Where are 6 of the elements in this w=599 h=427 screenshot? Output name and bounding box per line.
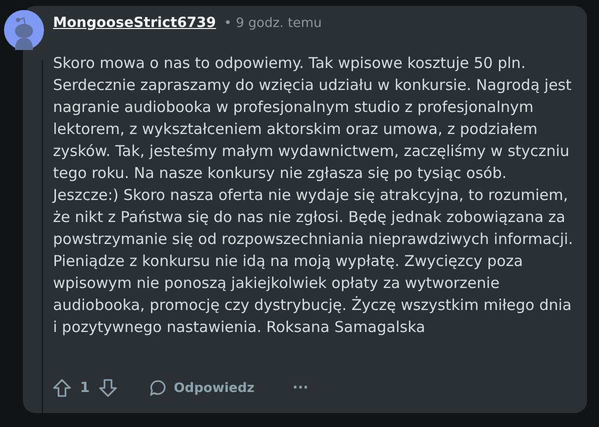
more-options-button[interactable]: ··· [292, 380, 308, 396]
username-link[interactable]: MongooseStrict6739 [53, 15, 216, 31]
comment-text: Skoro mowa o nas to odpowiemy. Tak wpisowe kosztuje 50 pln. Serdecznie zapraszamy do wzięcia udziału w konkursie. Nagrodą jest nagranie audiobooka w profesjonalnym studio z profesjonalnym lektorem, z wykształceniem aktorskim oraz umowa, z podziałem zysków. Tak, jesteśmy małym wydawnictwem, zaczęliśmy w styczniu tego roku. Na nasze konkursy nie zgłasza się po tysiąc osób. Jeszcze:) Skoro nasza oferta nie wydaje się atrakcyjna, to rozumiem, że nikt z Państwa się do nas nie zgłosi. Będę jednak zobowiązana za powstrzymanie się od rozpowszechniania nieprawdziwych informacji. Pieniądze z konkursu nie idą na moją wypłatę. Zwycięzcy poza wpisowym nie ponoszą jakiejkolwiek opłaty za wytworzenie audiobooka, promocję czy dystrybucję. Życzę wszystkim miłego dnia i pozytywnego nastawienia. Roksana Samagalska [53, 53, 573, 338]
timestamp: • 9 godz. temu [224, 16, 322, 30]
vote-count: 1 [80, 380, 90, 396]
reply-button[interactable]: Odpowiedz [148, 378, 254, 398]
